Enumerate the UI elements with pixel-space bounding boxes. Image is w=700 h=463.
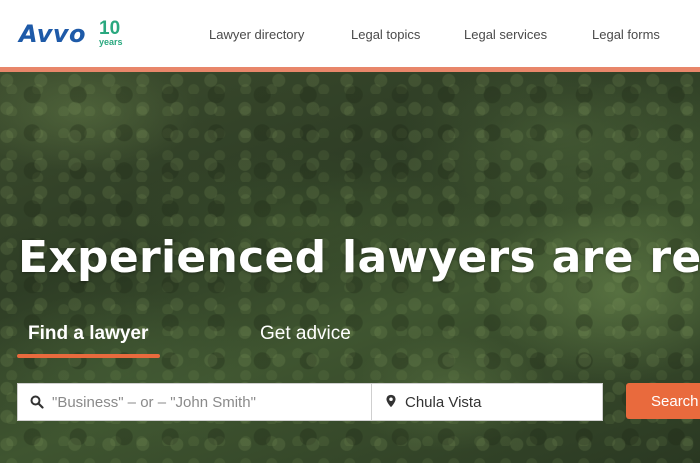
anniversary-number: 10 bbox=[99, 18, 121, 39]
search-mode-tabs: Find a lawyer Get advice bbox=[0, 316, 700, 360]
keyword-input[interactable] bbox=[52, 384, 362, 420]
hero-headline: Experienced lawyers are ready bbox=[18, 232, 700, 283]
location-input[interactable] bbox=[405, 384, 595, 420]
nav-legal-forms[interactable]: Legal forms bbox=[592, 27, 660, 42]
site-header: Avvo 10 years Lawyer directory Legal top… bbox=[0, 0, 700, 72]
nav-legal-services[interactable]: Legal services bbox=[464, 27, 547, 42]
tab-find-a-lawyer[interactable]: Find a lawyer bbox=[28, 316, 148, 356]
map-pin-icon bbox=[386, 394, 396, 408]
lawyer-search-form: Search bbox=[0, 383, 700, 421]
tab-get-advice[interactable]: Get advice bbox=[260, 316, 351, 356]
anniversary-label: years bbox=[99, 37, 123, 47]
search-icon bbox=[30, 395, 44, 409]
search-button[interactable]: Search bbox=[626, 383, 700, 419]
logo-wordmark: Avvo bbox=[19, 20, 87, 48]
location-field[interactable] bbox=[371, 383, 603, 421]
active-tab-indicator bbox=[17, 354, 160, 358]
hero-banner: Experienced lawyers are ready Find a law… bbox=[0, 72, 700, 463]
nav-legal-topics[interactable]: Legal topics bbox=[351, 27, 420, 42]
nav-lawyer-directory[interactable]: Lawyer directory bbox=[209, 27, 304, 42]
keyword-field[interactable] bbox=[17, 383, 372, 421]
